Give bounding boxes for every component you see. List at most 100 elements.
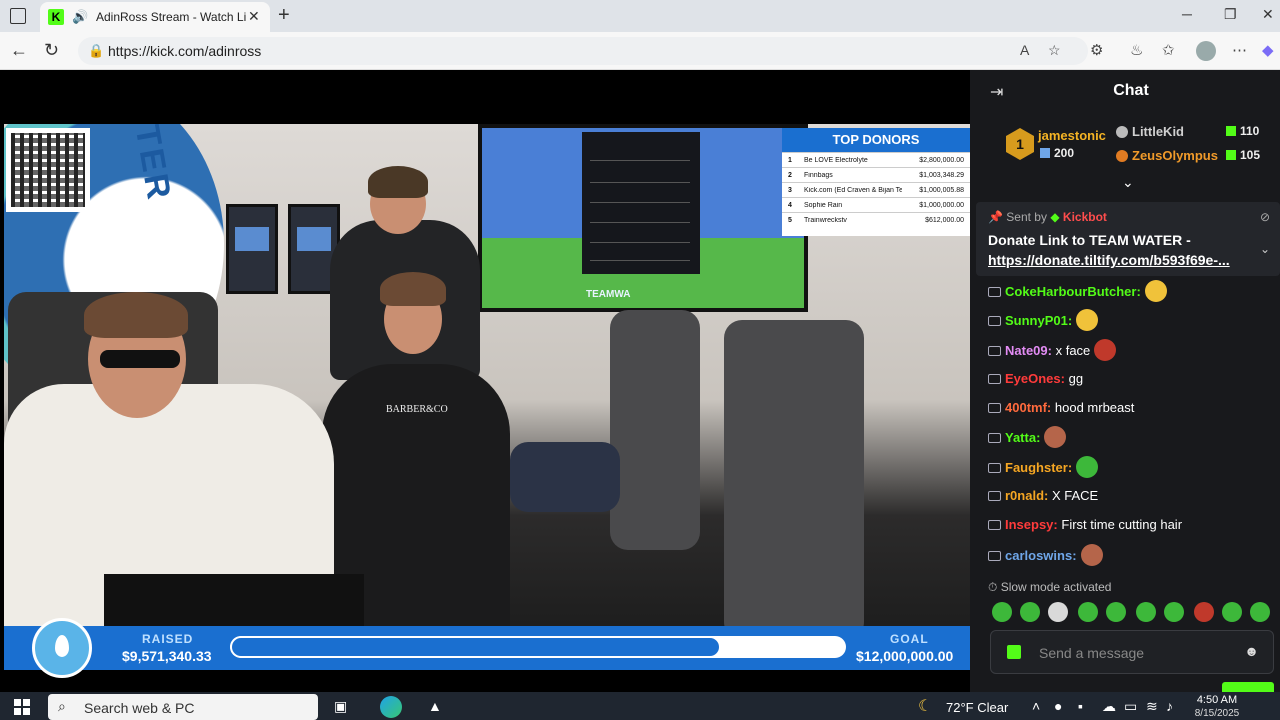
emote-icon[interactable] xyxy=(1136,602,1156,622)
taskbar-search[interactable]: ⌕ Search web & PC xyxy=(48,694,318,720)
emote-icon[interactable] xyxy=(1106,602,1126,622)
refresh-icon[interactable]: ↻ xyxy=(44,40,59,61)
smiley-icon[interactable]: ☻ xyxy=(1244,643,1259,659)
weather-text[interactable]: 72°F Clear xyxy=(946,700,1008,715)
speaker-icon[interactable]: 🔊 xyxy=(72,9,88,25)
leaderboard-third-name[interactable]: ZeusOlympus xyxy=(1132,148,1218,163)
tv-screen: TEAMWA xyxy=(478,124,808,312)
search-icon: ⌕ xyxy=(58,698,66,714)
chat-username[interactable]: CokeHarbourButcher: xyxy=(1005,284,1141,299)
emote-icon[interactable] xyxy=(1194,602,1214,622)
copilot-icon[interactable]: ◆ xyxy=(1262,41,1274,59)
onedrive-icon[interactable]: ☁ xyxy=(1102,698,1116,715)
chat-message: Nate09: x face xyxy=(988,338,1278,368)
minimize-icon[interactable]: ─ xyxy=(1182,6,1192,22)
chat-username[interactable]: SunnyP01: xyxy=(1005,313,1072,328)
leaderboard-second-value: 110 xyxy=(1240,124,1260,138)
progress-fill xyxy=(230,636,722,658)
raised-label: RAISED xyxy=(142,632,194,646)
more-menu-icon[interactable]: ⋯ xyxy=(1232,41,1247,59)
send-button[interactable] xyxy=(1222,682,1274,692)
user-badge-icon xyxy=(988,520,1001,531)
chat-message: Yatta: xyxy=(988,426,1278,455)
emote-icon[interactable] xyxy=(1048,602,1068,622)
emote-icon[interactable] xyxy=(1078,602,1098,622)
team-water-badge-icon xyxy=(32,618,92,678)
emote-icon[interactable] xyxy=(1020,602,1040,622)
tray-app-icon[interactable]: ▪ xyxy=(1078,698,1083,714)
address-bar[interactable]: 🔒 https://kick.com/adinross A ☆ xyxy=(78,37,1088,65)
tray-app-icon[interactable]: ▭ xyxy=(1124,698,1137,715)
emote-icon[interactable] xyxy=(1222,602,1242,622)
chat-username[interactable]: Faughster: xyxy=(1005,460,1072,475)
emote-icon[interactable] xyxy=(1164,602,1184,622)
fundraiser-progress-bar xyxy=(230,636,846,658)
emote-icon xyxy=(1094,338,1117,361)
favorites-icon[interactable]: ✩ xyxy=(1162,41,1175,59)
tab-close-icon[interactable]: ✕ xyxy=(248,8,260,25)
gaming-chair xyxy=(610,310,700,550)
performance-icon[interactable]: ♨ xyxy=(1130,41,1143,59)
donate-link[interactable]: https://donate.tiltify.com/b593f69e-... xyxy=(988,252,1246,268)
gaming-chair xyxy=(724,320,864,626)
window-menu-icon[interactable] xyxy=(10,8,26,24)
browser-tab[interactable]: K 🔊 AdinRoss Stream - Watch Li ✕ xyxy=(40,2,270,32)
favorite-star-icon[interactable]: ☆ xyxy=(1048,42,1061,59)
chat-username[interactable]: carloswins: xyxy=(1005,548,1077,563)
donor-row: 2 Finnbags $1,003,348.29 xyxy=(782,167,970,182)
task-view-icon[interactable]: ▣ xyxy=(334,698,347,715)
chat-username[interactable]: Nate09: xyxy=(1005,343,1052,358)
chat-username[interactable]: Yatta: xyxy=(1005,430,1040,445)
tv-label: TEAMWA xyxy=(586,289,631,300)
user-badge-icon xyxy=(988,491,1001,502)
edge-icon[interactable] xyxy=(380,696,402,718)
chat-username[interactable]: 400tmf: xyxy=(1005,400,1051,415)
clock-time[interactable]: 4:50 AM xyxy=(1192,694,1242,706)
extensions-icon[interactable]: ⚙ xyxy=(1090,41,1103,59)
show-hidden-icon[interactable]: ˄ xyxy=(1032,698,1040,714)
chat-message: CokeHarbourButcher: xyxy=(988,280,1278,309)
emote-picker-icon[interactable] xyxy=(1007,645,1021,659)
chat-message: r0nald: X FACE xyxy=(988,485,1278,514)
emote-icon xyxy=(1076,455,1099,478)
chat-input[interactable]: Send a message ☻ xyxy=(990,630,1274,674)
video-player[interactable]: TER TEAMWA TOP DONORS 1 Be LOVE Electroly… xyxy=(4,70,970,692)
emote-icon[interactable] xyxy=(992,602,1012,622)
leaderboard-first-value: 200 xyxy=(1054,146,1075,160)
read-aloud-icon[interactable]: A xyxy=(1020,42,1029,58)
top-donors-title: TOP DONORS xyxy=(782,128,970,152)
donor-row: 3 Kick.com (Ed Craven & Bijan Te... $1,000… xyxy=(782,182,970,197)
chat-placeholder: Send a message xyxy=(1039,645,1145,661)
chat-username[interactable]: Insepsy: xyxy=(1005,517,1058,532)
pinned-text: Donate Link to TEAM WATER - xyxy=(988,232,1191,248)
expand-leaderboard-icon[interactable]: ⌄ xyxy=(1122,174,1136,190)
restore-icon[interactable]: ❐ xyxy=(1224,6,1237,23)
profile-avatar[interactable] xyxy=(1196,41,1216,61)
tray-app-icon[interactable]: ● xyxy=(1054,698,1062,714)
emote-icon xyxy=(1080,543,1103,566)
leaderboard-second-name[interactable]: LittleKid xyxy=(1132,124,1184,139)
windows-start-icon[interactable] xyxy=(14,699,30,715)
close-window-icon[interactable]: ✕ xyxy=(1262,6,1274,23)
new-tab-icon[interactable]: + xyxy=(278,4,290,27)
clock-date[interactable]: 8/15/2025 xyxy=(1188,708,1246,719)
chat-title: Chat xyxy=(1113,82,1149,99)
leaderboard-first-name[interactable]: jamestonic xyxy=(1038,128,1106,143)
app-icon[interactable]: ▲ xyxy=(428,698,442,714)
slow-mode-notice: ⏱ Slow mode activated xyxy=(988,580,1112,594)
hide-pin-icon[interactable]: ⊘ xyxy=(1260,210,1270,224)
site-info-icon[interactable]: 🔒 xyxy=(88,43,104,59)
stream-scene: TER TEAMWA TOP DONORS 1 Be LOVE Electroly… xyxy=(4,124,970,626)
expand-pin-icon[interactable]: ⌄ xyxy=(1260,242,1270,256)
chat-username[interactable]: EyeOnes: xyxy=(1005,371,1065,386)
pinned-message[interactable]: 📌 Sent by ◆ Kickbot ⊘ ⌄ Donate Link to T… xyxy=(976,202,1280,276)
wifi-icon[interactable]: ≋ xyxy=(1146,698,1158,715)
chat-text: hood mrbeast xyxy=(1054,400,1135,416)
chat-message: Faughster: xyxy=(988,455,1278,485)
volume-icon[interactable]: ♪ xyxy=(1166,698,1173,714)
donor-row: 5 Trainwreckstv $612,000.00 xyxy=(782,212,970,227)
user-badge-icon xyxy=(988,403,1001,414)
back-icon[interactable]: ← xyxy=(10,40,28,61)
chat-username[interactable]: r0nald: xyxy=(1005,488,1048,503)
emote-icon[interactable] xyxy=(1250,602,1270,622)
